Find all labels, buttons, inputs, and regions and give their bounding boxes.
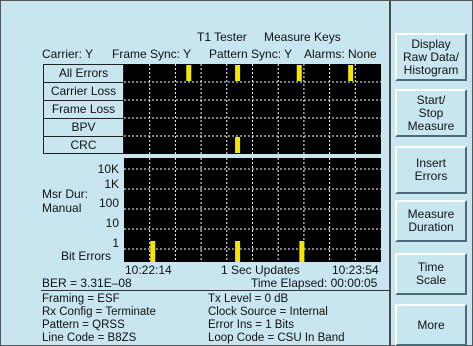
bit-error-bar xyxy=(235,241,241,262)
row-label-carrier-loss: Carrier Loss xyxy=(44,83,123,101)
alarm-event-grid xyxy=(124,64,381,154)
frame-sync-status: Frame Sync: Y xyxy=(112,47,192,61)
softkey-panel: Display Raw Data/ Histogram Start/ Stop … xyxy=(391,1,472,346)
alarm-event-marker xyxy=(348,65,354,81)
alarm-event-marker xyxy=(235,137,241,153)
config-rx: Rx Config = Terminate xyxy=(42,306,156,318)
config-framing: Framing = ESF xyxy=(42,293,120,305)
config-loop-code: Loop Code = CSU In Band xyxy=(208,332,345,344)
config-tx-level: Tx Level = 0 dB xyxy=(208,293,289,305)
bit-error-bar xyxy=(299,241,305,262)
screen-subtitle: Measure Keys xyxy=(264,30,341,44)
y-tick-100: 100 xyxy=(98,196,119,210)
bit-error-bar xyxy=(150,241,156,262)
graph-start-time: 10:22:14 xyxy=(125,263,172,277)
update-rate: 1 Sec Updates xyxy=(221,263,300,277)
alarm-event-marker xyxy=(235,65,241,81)
start-stop-measure-button[interactable]: Start/ Stop Measure xyxy=(395,89,467,137)
graph-end-time: 10:23:54 xyxy=(332,263,379,277)
config-divider xyxy=(41,290,389,291)
insert-errors-button[interactable]: Insert Errors xyxy=(395,146,467,194)
alarm-row-labels: All Errors Carrier Loss Frame Loss BPV C… xyxy=(43,64,124,154)
measurement-display: T1 Tester Measure Keys Carrier: Y Frame … xyxy=(1,1,389,345)
time-elapsed: Time Elapsed: 00:00:05 xyxy=(251,276,378,290)
row-label-frame-loss: Frame Loss xyxy=(44,101,123,119)
alarm-event-marker xyxy=(296,65,302,81)
y-tick-1: 1 xyxy=(112,236,119,250)
bit-error-graph xyxy=(124,158,381,262)
tester-window: T1 Tester Measure Keys Carrier: Y Frame … xyxy=(0,0,473,346)
row-label-bpv: BPV xyxy=(44,119,123,137)
time-scale-button[interactable]: Time Scale xyxy=(395,253,467,295)
config-error-ins: Error Ins = 1 Bits xyxy=(208,319,294,331)
y-tick-10k: 10K xyxy=(97,162,119,176)
pattern-sync-status: Pattern Sync: Y xyxy=(209,47,293,61)
display-raw-data-histogram-button[interactable]: Display Raw Data/ Histogram xyxy=(395,33,467,81)
y-tick-1k: 1K xyxy=(104,177,119,191)
y-tick-10: 10 xyxy=(105,216,119,230)
carrier-status: Carrier: Y xyxy=(42,47,94,61)
ber-value: BER = 3.31E–08 xyxy=(42,276,132,290)
screen-title: T1 Tester xyxy=(197,30,247,44)
config-clock-source: Clock Source = Internal xyxy=(208,306,328,318)
config-line-code: Line Code = B8ZS xyxy=(42,332,137,344)
config-pattern: Pattern = QRSS xyxy=(42,319,125,331)
alarms-status: Alarms: None xyxy=(304,47,377,61)
measure-duration-label: Msr Dur: xyxy=(42,187,88,201)
row-label-crc: CRC xyxy=(70,138,97,152)
row-label-all-errors: All Errors xyxy=(44,65,123,83)
y-axis-label: Bit Errors xyxy=(61,249,112,263)
measure-duration-button[interactable]: Measure Duration xyxy=(395,200,467,242)
more-button[interactable]: More xyxy=(395,304,467,346)
alarm-event-marker xyxy=(186,65,192,81)
measure-duration-value: Manual xyxy=(42,201,82,215)
